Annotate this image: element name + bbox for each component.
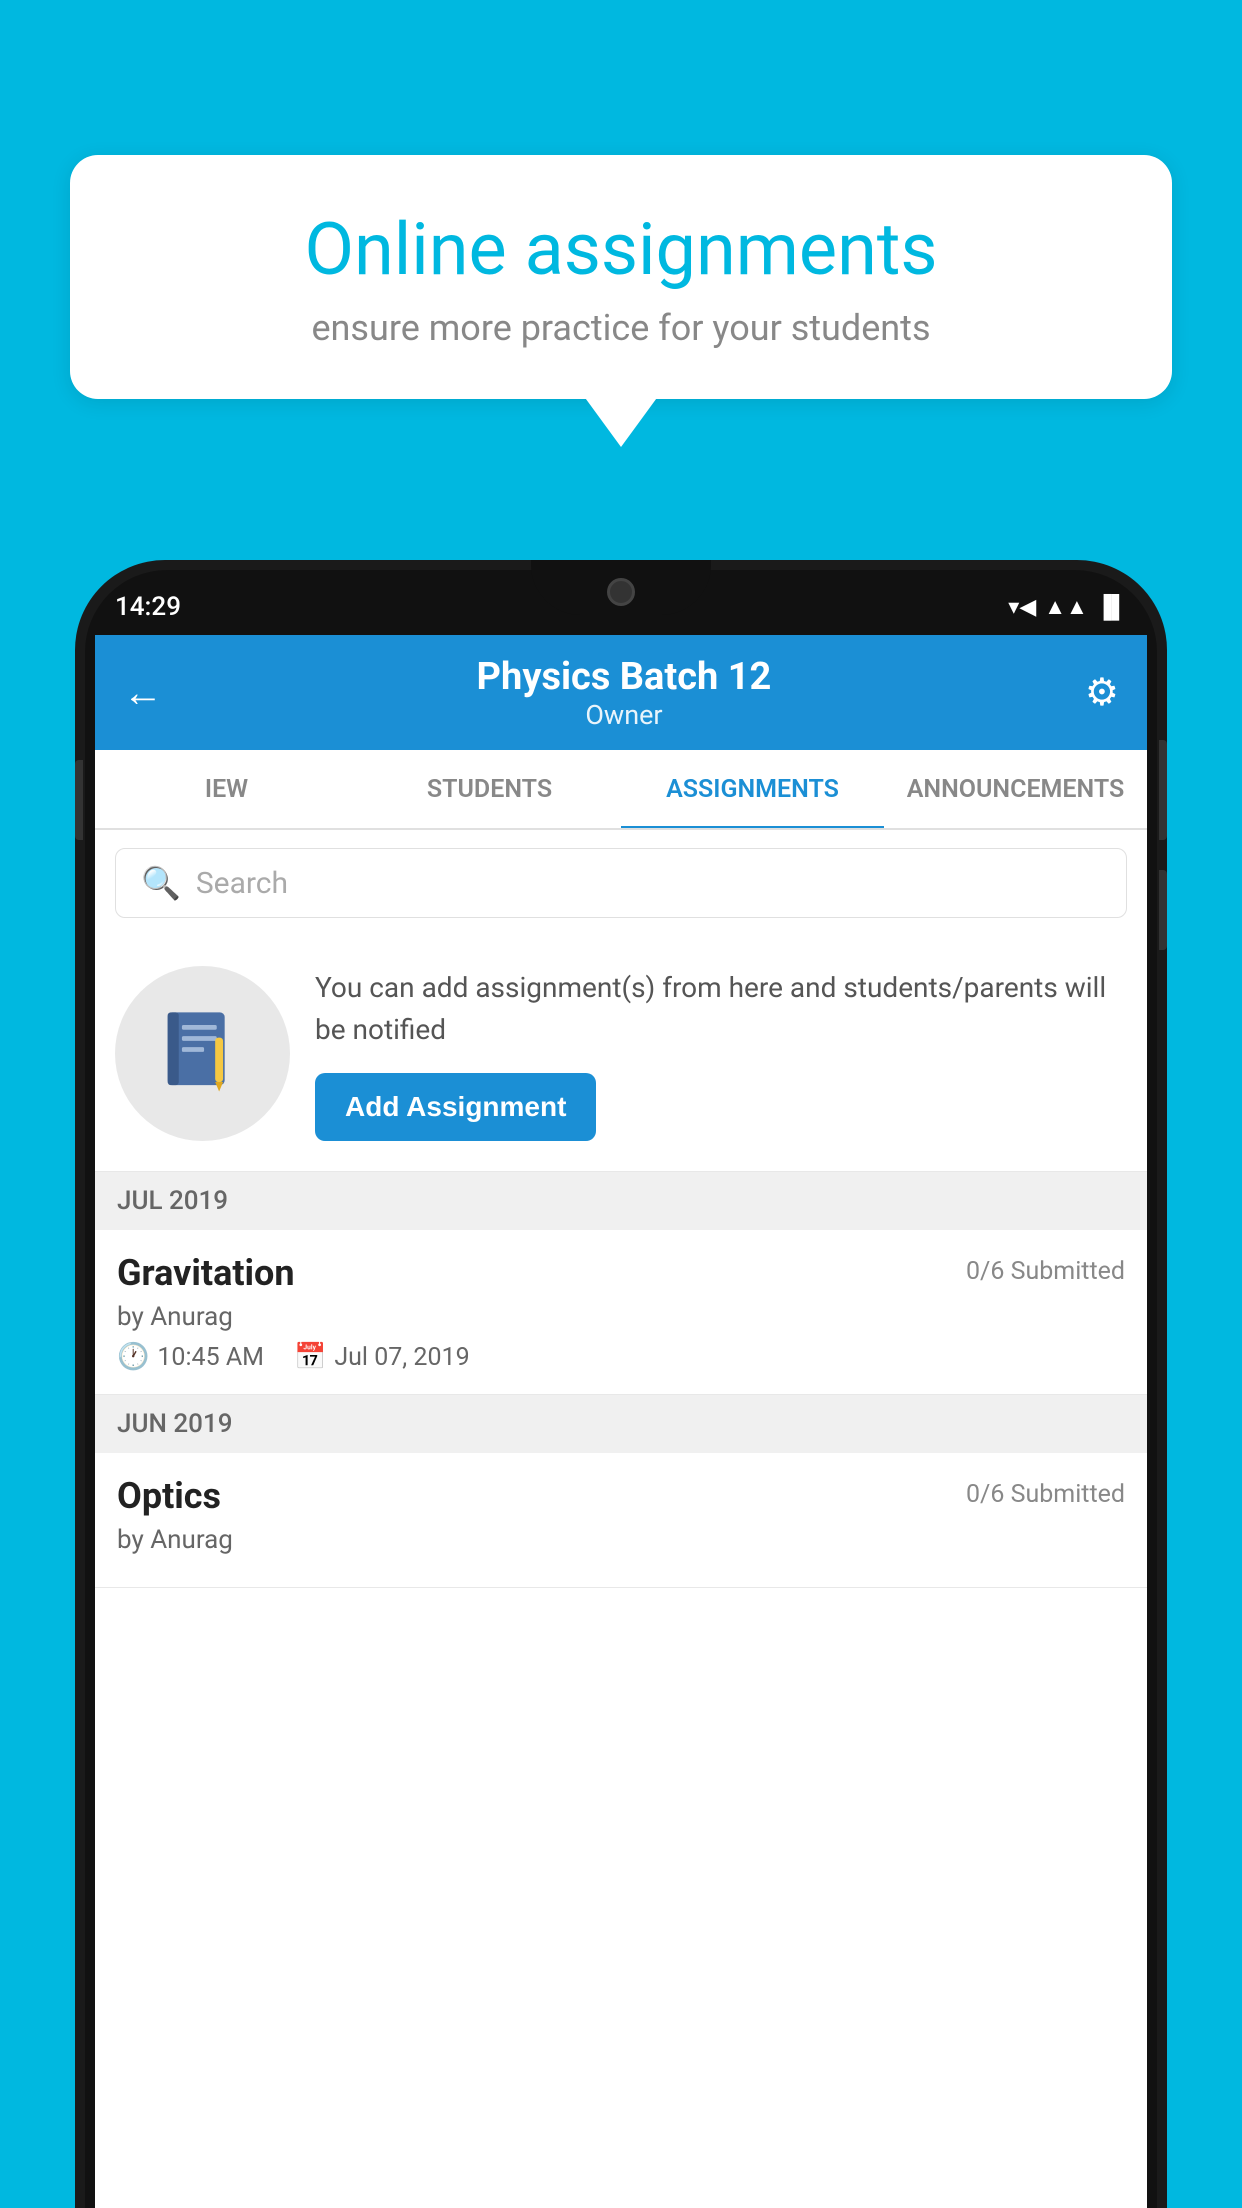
bubble-title: Online assignments [130, 210, 1112, 289]
clock-icon: 🕐 [117, 1342, 149, 1372]
assignment-by-optics: by Anurag [117, 1525, 1125, 1555]
battery-icon: ▐▌ [1096, 594, 1127, 620]
search-container: 🔍 Search [95, 830, 1147, 936]
header-center: Physics Batch 12 Owner [163, 655, 1085, 731]
app-header: ← Physics Batch 12 Owner ⚙ [95, 635, 1147, 750]
header-title: Physics Batch 12 [163, 655, 1085, 699]
add-assignment-description: You can add assignment(s) from here and … [315, 967, 1127, 1051]
speech-bubble: Online assignments ensure more practice … [70, 155, 1172, 399]
back-button[interactable]: ← [123, 669, 163, 716]
phone-inner: 14:29 ▾◀ ▲▲ ▐▌ ← Physics Batch 12 Owner … [85, 570, 1157, 2208]
assignment-top-optics: Optics 0/6 Submitted [117, 1475, 1125, 1517]
calendar-icon: 📅 [294, 1342, 326, 1372]
tab-students[interactable]: STUDENTS [358, 750, 621, 828]
assignment-name-gravitation: Gravitation [117, 1252, 295, 1294]
wifi-icon: ▾◀ [1008, 595, 1036, 620]
tab-iew[interactable]: IEW [95, 750, 358, 828]
settings-icon[interactable]: ⚙ [1085, 670, 1119, 715]
status-time: 14:29 [115, 592, 181, 622]
search-placeholder: Search [196, 866, 288, 901]
notebook-icon-circle [115, 966, 290, 1141]
assignment-item-gravitation[interactable]: Gravitation 0/6 Submitted by Anurag 🕐 10… [95, 1230, 1147, 1395]
bubble-subtitle: ensure more practice for your students [130, 307, 1112, 349]
assignment-item-optics[interactable]: Optics 0/6 Submitted by Anurag [95, 1453, 1147, 1588]
power-button-bottom [1159, 870, 1167, 950]
status-icons: ▾◀ ▲▲ ▐▌ [1008, 594, 1127, 620]
assignment-name-optics: Optics [117, 1475, 221, 1517]
notebook-icon [155, 1006, 250, 1101]
assignment-submitted-optics: 0/6 Submitted [966, 1480, 1125, 1509]
add-assignment-section: You can add assignment(s) from here and … [95, 936, 1147, 1172]
section-header-jul: JUL 2019 [95, 1172, 1147, 1230]
app-screen: ← Physics Batch 12 Owner ⚙ IEW STUDENTS … [95, 635, 1147, 2208]
assignment-meta-gravitation: 🕐 10:45 AM 📅 Jul 07, 2019 [117, 1342, 1125, 1372]
section-header-jun: JUN 2019 [95, 1395, 1147, 1453]
tab-announcements[interactable]: ANNOUNCEMENTS [884, 750, 1147, 828]
header-subtitle: Owner [163, 699, 1085, 731]
phone-frame: 14:29 ▾◀ ▲▲ ▐▌ ← Physics Batch 12 Owner … [75, 560, 1167, 2208]
add-assignment-button[interactable]: Add Assignment [315, 1073, 596, 1141]
signal-icon: ▲▲ [1044, 594, 1088, 620]
notch-camera [607, 578, 635, 606]
search-input[interactable]: 🔍 Search [115, 848, 1127, 918]
assignment-date-gravitation: 📅 Jul 07, 2019 [294, 1342, 470, 1372]
assignment-by-gravitation: by Anurag [117, 1302, 1125, 1332]
assignment-submitted-gravitation: 0/6 Submitted [966, 1257, 1125, 1286]
notch [531, 560, 711, 615]
assignment-time-gravitation: 🕐 10:45 AM [117, 1342, 264, 1372]
add-assignment-right: You can add assignment(s) from here and … [315, 967, 1127, 1141]
volume-button [75, 760, 83, 840]
tab-assignments[interactable]: ASSIGNMENTS [621, 750, 884, 828]
search-icon: 🔍 [141, 864, 181, 902]
tabs-container: IEW STUDENTS ASSIGNMENTS ANNOUNCEMENTS [95, 750, 1147, 830]
assignment-top: Gravitation 0/6 Submitted [117, 1252, 1125, 1294]
speech-bubble-container: Online assignments ensure more practice … [70, 155, 1172, 399]
power-button-top [1159, 740, 1167, 840]
